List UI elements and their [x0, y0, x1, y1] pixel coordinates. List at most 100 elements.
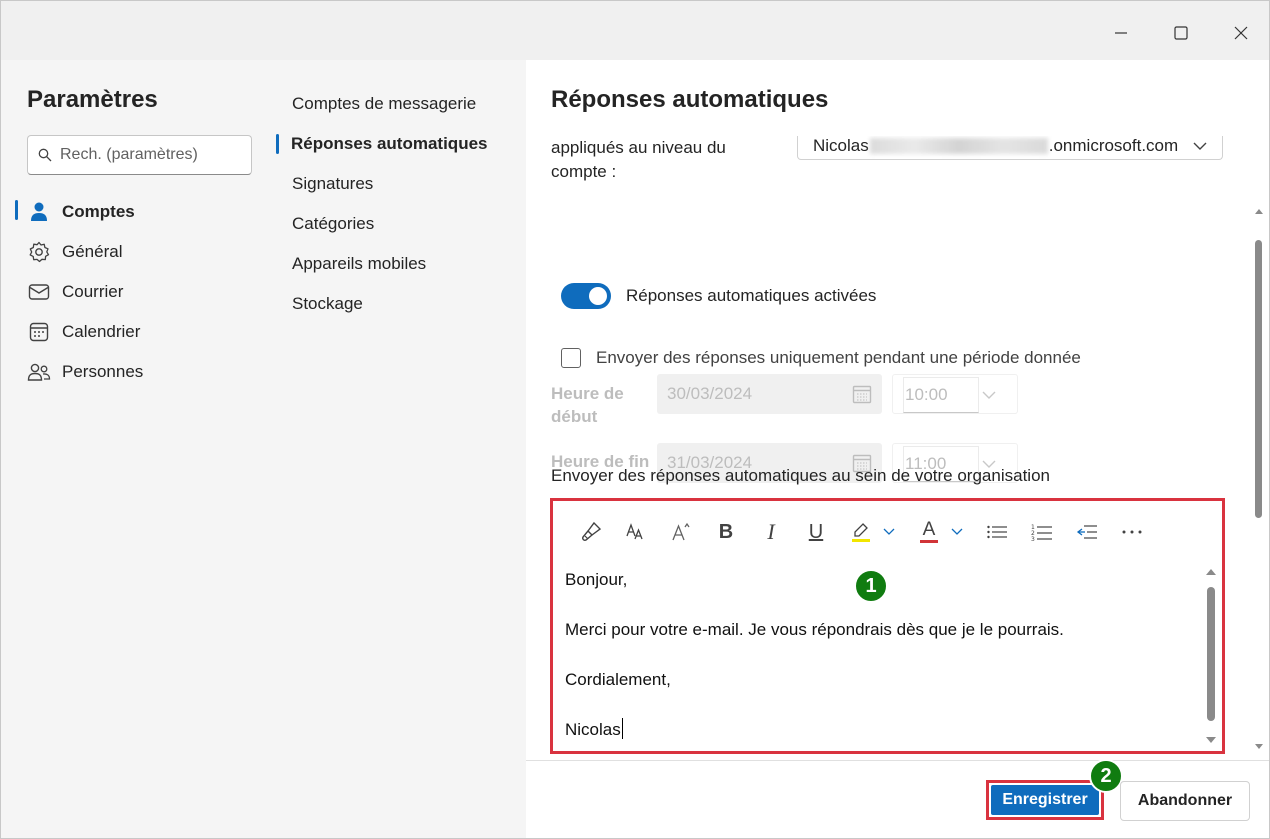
- account-suffix: .onmicrosoft.com: [1048, 136, 1179, 155]
- font-color-dropdown[interactable]: [949, 516, 965, 548]
- bold-icon[interactable]: B: [710, 516, 742, 548]
- body-line: Nicolas: [565, 720, 621, 739]
- scroll-up-arrow-icon[interactable]: [1205, 567, 1217, 577]
- gear-icon: [27, 240, 51, 264]
- callout-badge-1: 1: [854, 569, 888, 603]
- chevron-down-icon: [1193, 142, 1207, 150]
- formatting-toolbar: B I U A 12 3: [553, 501, 1222, 563]
- body-line-last: Nicolas: [565, 717, 1195, 742]
- search-icon: [38, 148, 52, 162]
- scroll-up-arrow-icon[interactable]: [1254, 206, 1264, 216]
- minimize-icon: [1115, 32, 1127, 34]
- subnav-item-signatures[interactable]: Signatures: [292, 174, 373, 194]
- period-checkbox-label: Envoyer des réponses uniquement pendant …: [596, 348, 1081, 367]
- active-subnav-indicator: [276, 134, 279, 154]
- start-time-label: Heure de début: [551, 384, 624, 426]
- numbering-icon: 123: [1031, 524, 1052, 542]
- auto-reply-toggle[interactable]: Réponses automatiques activées: [561, 283, 876, 309]
- editor-scrollbar[interactable]: [1204, 567, 1216, 747]
- bullets-button[interactable]: [981, 516, 1013, 548]
- search-input[interactable]: [60, 146, 240, 164]
- font-size-button[interactable]: [620, 516, 652, 548]
- page-title: Réponses automatiques: [551, 86, 829, 113]
- save-button-label: Enregistrer: [991, 785, 1099, 815]
- settings-scroll-region[interactable]: appliqués au niveau du compte : Nicolas …: [526, 136, 1269, 760]
- cancel-button[interactable]: Abandonner: [1120, 781, 1250, 821]
- start-date-input[interactable]: 30/03/2024: [657, 374, 882, 414]
- scroll-down-arrow-icon[interactable]: [1254, 742, 1264, 752]
- highlight-button[interactable]: [845, 516, 877, 548]
- settings-sidebar: Paramètres Comptes Général Courrier Cale…: [0, 60, 276, 839]
- save-button[interactable]: Enregistrer: [986, 780, 1104, 820]
- toggle-switch[interactable]: [561, 283, 611, 309]
- start-date-value: 30/03/2024: [667, 384, 753, 403]
- settings-search[interactable]: [27, 135, 252, 175]
- decrease-indent-button[interactable]: [1071, 516, 1103, 548]
- chevron-down-icon: [883, 528, 895, 535]
- body-line: Merci pour votre e-mail. Je vous répondr…: [565, 620, 1064, 639]
- subnav-item-reponses-automatiques[interactable]: Réponses automatiques: [291, 134, 488, 154]
- automatic-replies-panel: Réponses automatiques appliqués au nivea…: [526, 60, 1270, 839]
- sidebar-item-label: Courrier: [62, 282, 124, 301]
- more-options-button[interactable]: [1116, 516, 1148, 548]
- sidebar-item-courrier[interactable]: Courrier: [27, 276, 267, 308]
- active-nav-indicator: [15, 200, 18, 220]
- chevron-down-icon: [982, 391, 996, 399]
- account-dropdown[interactable]: Nicolas .onmicrosoft.com: [797, 136, 1223, 160]
- text-caret: [621, 718, 623, 739]
- sidebar-item-calendrier[interactable]: Calendrier: [27, 316, 267, 348]
- highlight-icon: [852, 523, 870, 542]
- main-scroll-thumb[interactable]: [1255, 240, 1262, 518]
- maximize-button[interactable]: [1161, 15, 1201, 51]
- sidebar-item-personnes[interactable]: Personnes: [27, 356, 267, 388]
- grow-font-button[interactable]: [665, 516, 697, 548]
- decrease-indent-icon: [1076, 525, 1097, 539]
- message-editor[interactable]: B I U A 12 3 Bonjour, Merci pour votre e…: [550, 498, 1225, 754]
- callout-badge-2: 2: [1089, 759, 1123, 793]
- sidebar-item-label: Général: [62, 242, 123, 261]
- chevron-down-icon: [951, 528, 963, 535]
- title-bar: [0, 0, 1270, 60]
- more-icon: [1122, 530, 1142, 534]
- maximize-icon: [1174, 26, 1188, 40]
- font-size-icon: [626, 523, 643, 540]
- close-icon: [1234, 26, 1248, 40]
- subnav-item-categories[interactable]: Catégories: [292, 214, 374, 234]
- sidebar-item-label: Comptes: [62, 202, 135, 221]
- start-time-value: 10:00: [905, 385, 948, 404]
- bullets-icon: [987, 525, 1007, 539]
- font-color-button[interactable]: A: [913, 516, 945, 548]
- period-checkbox-row[interactable]: Envoyer des réponses uniquement pendant …: [561, 348, 1081, 368]
- calendar-icon: [852, 385, 872, 404]
- highlight-dropdown[interactable]: [881, 516, 897, 548]
- subnav-item-appareils-mobiles[interactable]: Appareils mobiles: [292, 254, 426, 274]
- scroll-down-arrow-icon[interactable]: [1205, 735, 1217, 745]
- redacted-address: [869, 137, 1048, 154]
- calendar-icon: [27, 320, 51, 344]
- italic-icon[interactable]: I: [755, 516, 787, 548]
- internal-replies-label: Envoyer des réponses automatiques au sei…: [551, 466, 1050, 485]
- underline-icon[interactable]: U: [800, 516, 832, 548]
- grow-font-icon: [672, 522, 690, 541]
- close-button[interactable]: [1221, 15, 1261, 51]
- accounts-subnav: Comptes de messagerie Réponses automatiq…: [276, 60, 526, 839]
- format-painter-button[interactable]: [575, 516, 607, 548]
- subnav-item-stockage[interactable]: Stockage: [292, 294, 363, 314]
- mail-icon: [27, 280, 51, 304]
- account-label: appliqués au niveau du compte :: [551, 138, 726, 181]
- start-time-input[interactable]: 10:00: [903, 377, 979, 413]
- sidebar-item-label: Personnes: [62, 362, 144, 381]
- start-time-dropdown[interactable]: 10:00: [892, 374, 1018, 414]
- numbering-button[interactable]: 123: [1026, 516, 1058, 548]
- person-icon: [27, 200, 51, 224]
- period-checkbox[interactable]: [561, 348, 581, 368]
- settings-title: Paramètres: [27, 86, 158, 113]
- toggle-label: Réponses automatiques activées: [626, 286, 877, 305]
- sidebar-item-general[interactable]: Général: [27, 236, 267, 268]
- minimize-button[interactable]: [1101, 15, 1141, 51]
- editor-scroll-thumb[interactable]: [1207, 587, 1215, 721]
- subnav-item-comptes-messagerie[interactable]: Comptes de messagerie: [292, 94, 476, 114]
- format-painter-icon: [582, 521, 602, 541]
- sidebar-item-comptes[interactable]: Comptes: [27, 196, 267, 228]
- footer-divider: [526, 760, 1269, 761]
